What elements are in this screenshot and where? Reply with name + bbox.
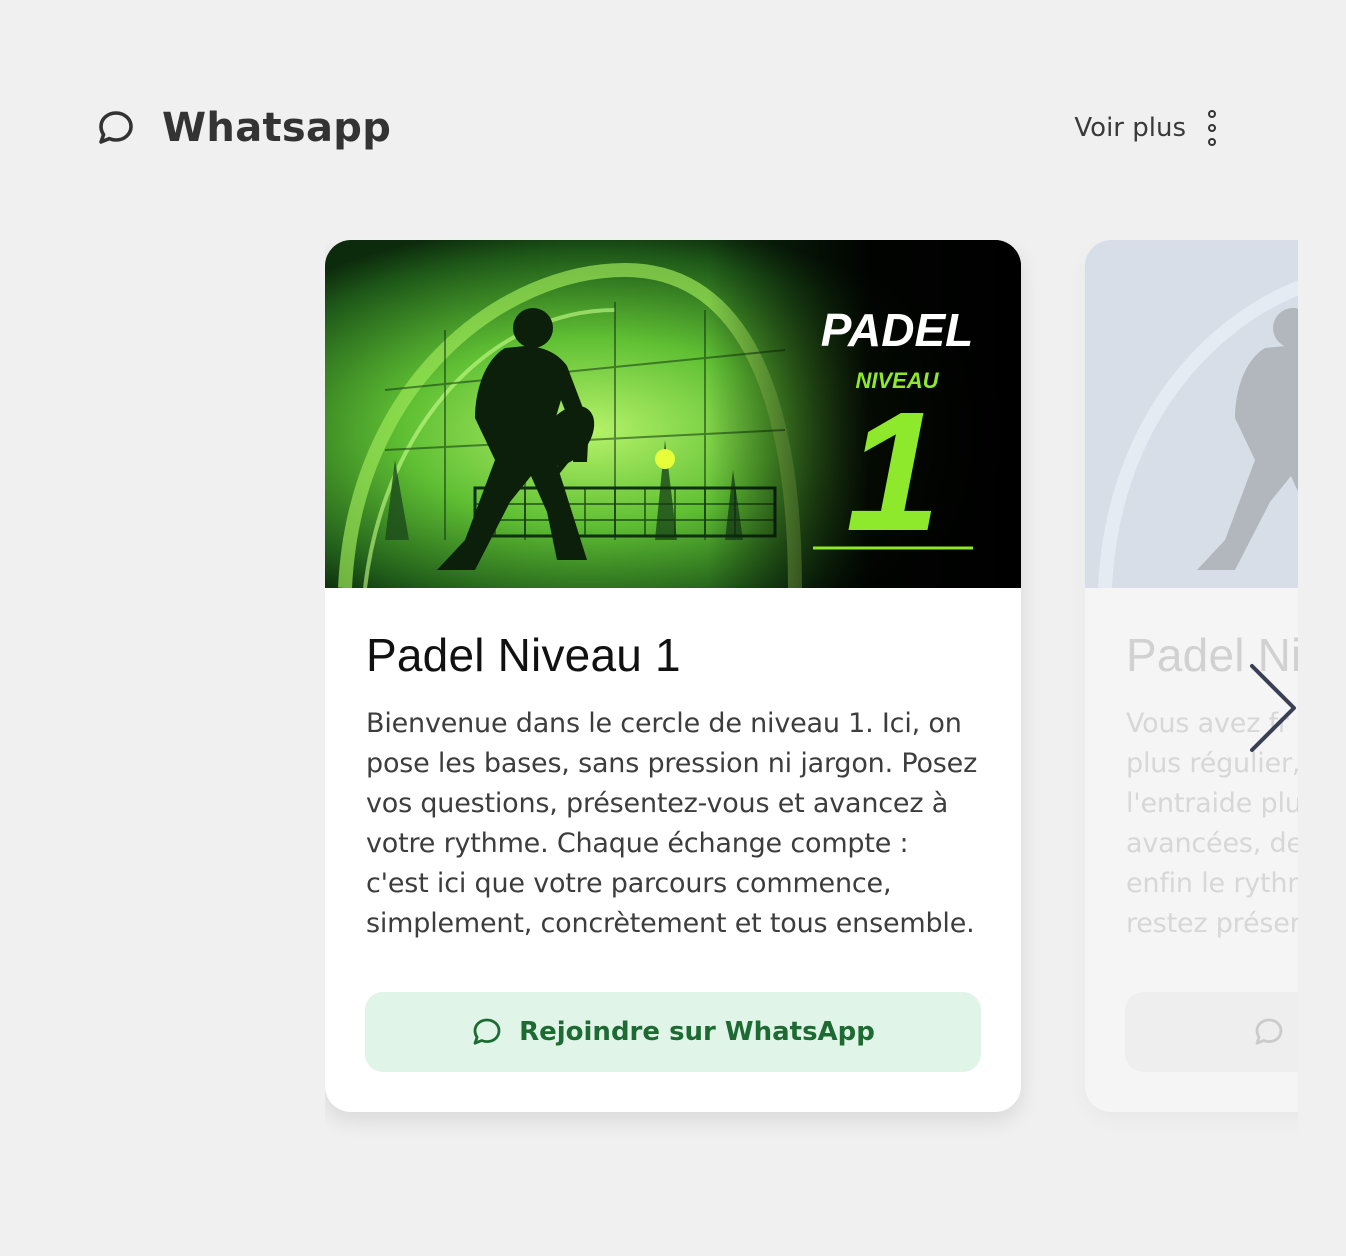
join-whatsapp-button[interactable]: Rejoindre sur WhatsApp (365, 992, 981, 1072)
description-line: simplement, concrètement et tous ensembl… (366, 908, 975, 939)
group-card: PADEL NIVEAU 1 Padel Niveau 1 Bienvenue … (325, 240, 1021, 1112)
card-title: Padel Niveau 1 (366, 629, 681, 681)
description-line: c'est ici que votre parcours commence, (366, 868, 892, 899)
card-description: Bienvenue dans le cercle de niveau 1. Ic… (366, 704, 981, 944)
card-banner-image (1085, 240, 1298, 588)
section-title: Whatsapp (162, 105, 392, 151)
chat-bubble-icon (471, 1016, 503, 1048)
description-line: l'entraide plu (1126, 788, 1298, 819)
description-line: restez préser (1126, 908, 1298, 939)
card-banner-image: PADEL NIVEAU 1 (325, 240, 1021, 588)
kebab-menu-icon (1206, 110, 1218, 146)
description-line: avancées, de (1126, 828, 1298, 859)
banner-headline: PADEL (821, 304, 974, 356)
carousel-next-button[interactable] (1240, 660, 1304, 756)
see-more-button[interactable]: Voir plus (1074, 110, 1218, 146)
description-line: votre rythme. Chaque échange compte : (366, 828, 909, 859)
join-whatsapp-label: Rejoindre sur WhatsApp (519, 1017, 875, 1047)
description-line: enfin le rythr (1126, 868, 1298, 899)
card-body: Padel Ni Vous avez fr plus régulier, l'e… (1085, 588, 1298, 944)
section-header: Whatsapp Voir plus (96, 96, 1218, 160)
description-line: pose les bases, sans pression ni jargon.… (366, 748, 978, 779)
description-line: Bienvenue dans le cercle de niveau 1. Ic… (366, 708, 962, 739)
description-line: vos questions, présentez-vous et avancez… (366, 788, 949, 819)
chat-bubble-icon (1253, 1016, 1285, 1048)
whatsapp-groups-page: Whatsapp Voir plus PADEL NIVEAU 1 Padel … (0, 0, 1346, 1256)
chevron-right-icon (1250, 664, 1296, 752)
see-more-label: Voir plus (1074, 113, 1186, 143)
groups-carousel: PADEL NIVEAU 1 Padel Niveau 1 Bienvenue … (325, 240, 1298, 1140)
chat-bubble-icon (96, 108, 136, 148)
join-whatsapp-button[interactable] (1125, 992, 1298, 1072)
card-body: Padel Niveau 1 Bienvenue dans le cercle … (325, 588, 1021, 944)
banner-number: 1 (846, 377, 941, 567)
